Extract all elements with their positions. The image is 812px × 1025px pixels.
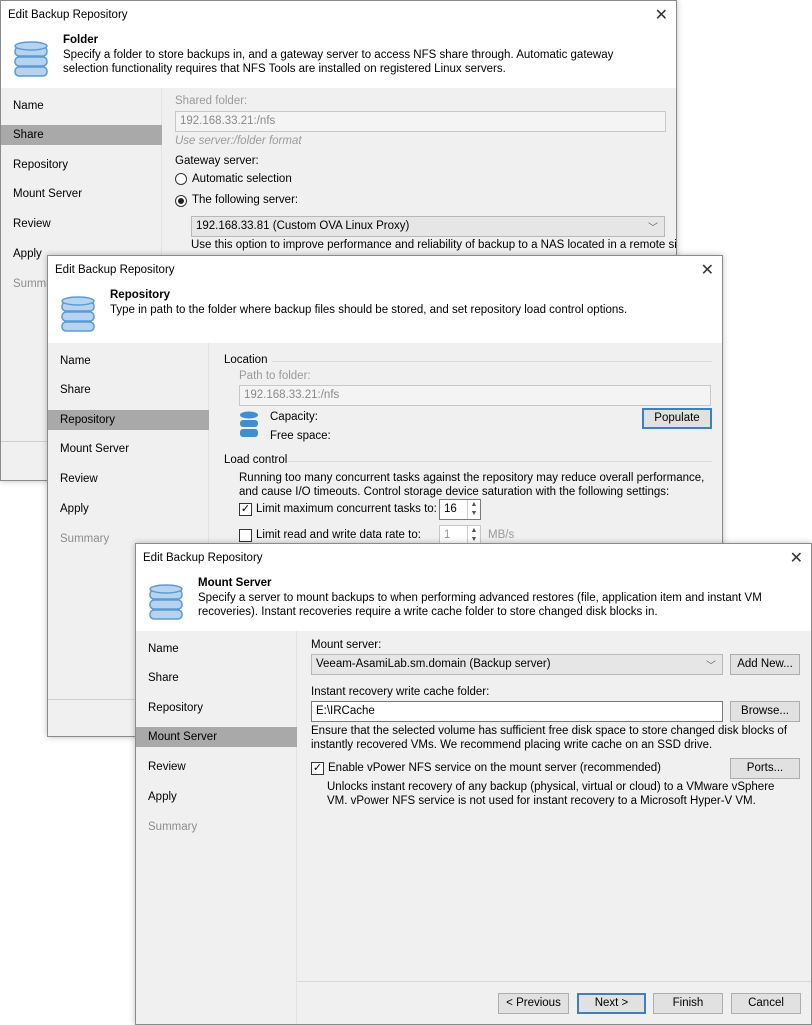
step-title: Repository — [110, 289, 171, 301]
mount-server-select[interactable]: Veeam-AsamiLab.sm.domain (Backup server)… — [311, 654, 723, 675]
shared-folder-input[interactable]: 192.168.33.21:/nfs — [175, 111, 666, 132]
database-icon — [14, 41, 48, 77]
cancel-button[interactable]: Cancel — [731, 993, 801, 1014]
database-icon — [149, 584, 183, 620]
step-mount-server[interactable]: Mount Server — [136, 727, 297, 747]
step-repository[interactable]: Repository — [136, 698, 297, 718]
cache-folder-input[interactable]: E:\IRCache — [311, 701, 723, 722]
format-hint: Use server:/folder format — [175, 135, 302, 147]
cache-folder-label: Instant recovery write cache folder: — [311, 686, 490, 698]
automatic-selection-radio[interactable] — [175, 173, 187, 185]
title-bar: Edit Backup Repository ✕ — [48, 256, 722, 284]
limit-tasks-value: 16 — [444, 503, 457, 515]
spinner-arrows-icon[interactable]: ▲ ▼ — [467, 500, 480, 519]
next-button[interactable]: Next > — [577, 993, 646, 1014]
previous-button[interactable]: < Previous — [498, 993, 569, 1014]
vpower-note: Unlocks instant recovery of any backup (… — [327, 781, 775, 807]
step-repository[interactable]: Repository — [1, 155, 162, 175]
add-new-button[interactable]: Add New... — [730, 654, 800, 675]
step-name[interactable]: Name — [48, 351, 209, 371]
gateway-server-select[interactable]: 192.168.33.81 (Custom OVA Linux Proxy) ﹀ — [191, 216, 665, 237]
limit-rate-value: 1 — [444, 529, 451, 541]
step-description: Specify a folder to store backups in, an… — [63, 49, 614, 75]
cache-note: Ensure that the selected volume has suff… — [311, 725, 788, 751]
close-icon[interactable]: ✕ — [701, 260, 714, 280]
limit-tasks-checkbox[interactable]: ✓ — [239, 503, 252, 516]
step-review[interactable]: Review — [1, 214, 162, 234]
mount-server-label: Mount server: — [311, 639, 382, 651]
divider — [272, 361, 712, 362]
step-name[interactable]: Name — [1, 96, 162, 116]
vpower-checkbox[interactable]: ✓ — [311, 762, 324, 775]
following-server-radio[interactable] — [175, 195, 187, 207]
rate-unit: MB/s — [488, 529, 515, 541]
database-icon — [61, 296, 95, 332]
limit-rate-checkbox[interactable] — [239, 529, 252, 542]
close-icon[interactable]: ✕ — [790, 548, 803, 568]
gateway-server-value: 192.168.33.81 (Custom OVA Linux Proxy) — [196, 220, 410, 232]
divider — [297, 981, 811, 982]
step-header: Repository Type in path to the folder wh… — [48, 284, 722, 343]
step-title: Folder — [63, 34, 99, 46]
title-bar: Edit Backup Repository ✕ — [136, 544, 811, 572]
vpower-label[interactable]: Enable vPower NFS service on the mount s… — [328, 762, 661, 774]
gateway-label: Gateway server: — [175, 155, 259, 167]
following-server-label[interactable]: The following server: — [192, 194, 298, 206]
automatic-selection-label[interactable]: Automatic selection — [192, 173, 292, 185]
step-summary: Summary — [148, 821, 198, 833]
step-share[interactable]: Share — [48, 380, 209, 400]
steps-sidebar: Name Share Repository Mount Server Revie… — [136, 631, 297, 1024]
title-bar: Edit Backup Repository ✕ — [1, 1, 676, 29]
window-title: Edit Backup Repository — [143, 552, 263, 564]
step-mount-server[interactable]: Mount Server — [48, 439, 209, 459]
step-apply[interactable]: Apply — [136, 787, 297, 807]
populate-button[interactable]: Populate — [642, 408, 712, 429]
window-title: Edit Backup Repository — [8, 9, 128, 21]
step-title: Mount Server — [198, 577, 272, 589]
chevron-down-icon: ﹀ — [706, 661, 716, 672]
finish-button[interactable]: Finish — [653, 993, 723, 1014]
step-description: Specify a server to mount backups to whe… — [198, 592, 762, 618]
close-icon[interactable]: ✕ — [655, 5, 668, 25]
step-repository[interactable]: Repository — [48, 410, 209, 430]
shared-folder-label: Shared folder: — [175, 95, 248, 107]
chevron-down-icon: ﹀ — [648, 223, 658, 234]
step-apply[interactable]: Apply — [48, 499, 209, 519]
step-description: Type in path to the folder where backup … — [110, 304, 628, 316]
step-share[interactable]: Share — [1, 125, 162, 145]
path-input[interactable]: 192.168.33.21:/nfs — [239, 385, 711, 406]
browse-button[interactable]: Browse... — [730, 701, 800, 722]
step-share[interactable]: Share — [136, 668, 297, 688]
step-name[interactable]: Name — [136, 639, 297, 659]
step-header: Folder Specify a folder to store backups… — [1, 29, 676, 88]
mount-server-value: Veeam-AsamiLab.sm.domain (Backup server) — [316, 658, 551, 670]
step-mount-server[interactable]: Mount Server — [1, 184, 162, 204]
mount-server-dialog: Edit Backup Repository ✕ Mount Server Sp… — [135, 543, 812, 1025]
server-note: Use this option to improve performance a… — [191, 239, 677, 251]
divider — [288, 461, 712, 462]
window-title: Edit Backup Repository — [55, 264, 175, 276]
storage-icon — [240, 411, 258, 437]
limit-tasks-spinner[interactable]: 16 ▲ ▼ — [439, 499, 481, 520]
free-space-label: Free space: — [270, 430, 331, 442]
step-review[interactable]: Review — [48, 469, 209, 489]
load-control-text: Running too many concurrent tasks agains… — [239, 472, 705, 498]
path-label: Path to folder: — [239, 370, 311, 382]
limit-tasks-label[interactable]: Limit maximum concurrent tasks to: — [256, 503, 437, 515]
capacity-label: Capacity: — [270, 411, 318, 423]
load-control-label: Load control — [224, 454, 288, 466]
step-header: Mount Server Specify a server to mount b… — [136, 572, 811, 631]
ports-button[interactable]: Ports... — [730, 758, 800, 779]
limit-rate-label[interactable]: Limit read and write data rate to: — [256, 529, 421, 541]
location-label: Location — [224, 354, 268, 366]
step-review[interactable]: Review — [136, 757, 297, 777]
